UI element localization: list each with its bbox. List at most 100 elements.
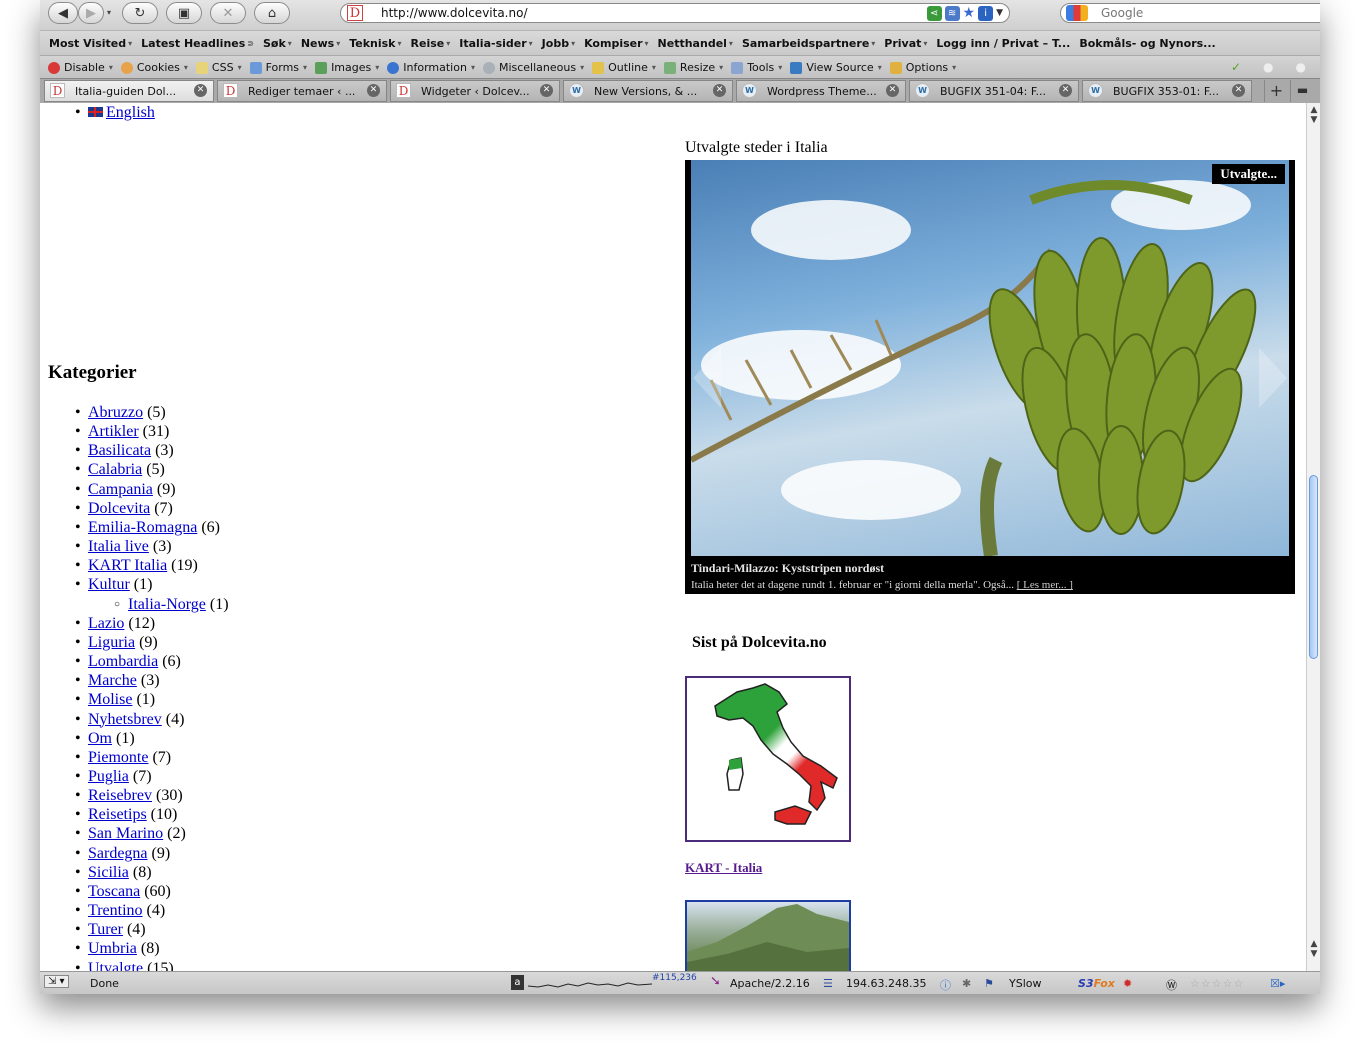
search-input[interactable]: Google [1101,6,1143,20]
tab-bugfix-353[interactable]: W BUGFIX 353-01: F... ✕ [1082,80,1252,102]
bookmark-most-visited[interactable]: Most Visited [49,37,126,50]
category-link[interactable]: San Marino [88,825,163,842]
bookmark-teknisk[interactable]: Teknisk [349,37,395,50]
category-link[interactable]: Italia live [88,538,149,555]
category-link[interactable]: Abruzzo [88,404,143,421]
dev-miscellaneous-menu[interactable]: Miscellaneous ▾ [482,61,584,74]
category-link[interactable]: Liguria [88,634,135,651]
category-link[interactable]: Piemonte [88,749,148,766]
cancel-button[interactable]: ✕ [210,2,246,24]
close-tab-icon[interactable]: ✕ [1059,84,1072,97]
bookmark-news[interactable]: News [301,37,334,50]
dev-images-menu[interactable]: Images ▾ [315,61,379,74]
dev-outline-menu[interactable]: Outline ▾ [592,61,656,74]
category-link[interactable]: Sardegna [88,845,148,862]
url-text[interactable]: http://www.dolcevita.no/ [381,6,528,20]
featured-slider[interactable]: Utvalgte... Tindari-Milazzo: Kyststripen… [685,160,1295,594]
slide-image[interactable] [691,160,1289,556]
category-link[interactable]: Reisebrev [88,787,152,804]
previous-slide-arrow-icon[interactable] [693,348,721,408]
validation-check-icon[interactable]: ✓ [1231,60,1241,74]
category-link[interactable]: Molise [88,691,132,708]
new-tab-button[interactable]: + [1264,80,1288,102]
rss-icon[interactable]: ≋ [944,6,960,21]
category-link[interactable]: Sicilia [88,864,129,881]
wordpress-icon[interactable]: Ⓦ [1166,977,1177,993]
close-tab-icon[interactable]: ✕ [367,84,380,97]
category-link[interactable]: Utvalgte [88,960,143,971]
bookmark-bokmal-nynorsk[interactable]: Bokmåls- og Nynors... [1079,37,1215,50]
category-link[interactable]: Artikler [88,423,139,440]
dev-cookies-menu[interactable]: Cookies ▾ [120,61,188,74]
tab-rediger-temaer[interactable]: D Rediger temaer ‹ ... ✕ [217,80,387,102]
reload-button[interactable]: ↻ [122,2,158,24]
tab-list-button[interactable]: ▬ [1290,80,1314,102]
tab-widgeter[interactable]: D Widgeter ‹ Dolcev... ✕ [390,80,560,102]
alexa-icon[interactable]: a [511,975,524,990]
category-link[interactable]: Puglia [88,768,129,785]
category-link[interactable]: Om [88,730,112,747]
firebug-icon[interactable]: ✱ [962,977,971,990]
category-link[interactable]: Turer [88,921,123,938]
mountain-photo-thumbnail[interactable] [685,900,851,971]
close-tab-icon[interactable]: ✕ [194,84,207,97]
dev-resize-menu[interactable]: Resize ▾ [663,61,723,74]
stop-button[interactable]: ▣ [166,2,202,24]
category-link[interactable]: Reisetips [88,806,147,823]
bookmark-netthandel[interactable]: Netthandel [658,37,727,50]
category-link[interactable]: Lombardia [88,653,158,670]
status-menu-button[interactable]: ⇲ ▾ [44,975,69,988]
bookmark-reise[interactable]: Reise [411,37,445,50]
tab-new-versions[interactable]: W New Versions, & ... ✕ [563,80,733,102]
dev-information-menu[interactable]: Information ▾ [387,61,475,74]
category-link[interactable]: Kultur [88,576,130,593]
tab-italia-guiden[interactable]: D Italia-guiden Dol... ✕ [44,80,214,102]
tab-bugfix-351[interactable]: W BUGFIX 351-04: F... ✕ [909,80,1079,102]
italy-map-thumbnail[interactable] [685,676,851,842]
search-bar[interactable]: Google ⚲ [1060,3,1320,23]
bookmark-sok[interactable]: Søk [263,37,286,50]
bookmark-jobb[interactable]: Jobb [542,37,569,50]
category-link[interactable]: Trentino [88,902,143,919]
url-dropdown-icon[interactable]: ▼ [996,6,1003,21]
vertical-scrollbar[interactable]: ▲ ▼ ▲ ▼ [1306,103,1320,971]
category-link[interactable]: Marche [88,672,137,689]
bookmark-logg-inn[interactable]: Logg inn / Privat – T... [936,37,1070,50]
share-icon[interactable]: ⋖ [926,6,942,21]
category-link[interactable]: Emilia-Romagna [88,519,197,536]
url-bar[interactable]: D http://www.dolcevita.no/ ⋖ ≋ ★ i ▼ [340,3,1010,23]
category-link[interactable]: Nyhetsbrev [88,711,162,728]
bookmark-samarbeidspartnere[interactable]: Samarbeidspartnere [742,37,869,50]
google-engine-icon[interactable] [1066,5,1088,21]
dev-css-menu[interactable]: CSS ▾ [195,61,242,74]
bug-icon[interactable]: ✹ [1123,977,1132,990]
bookmark-kompiser[interactable]: Kompiser [584,37,642,50]
category-link[interactable]: Lazio [88,615,124,632]
dev-options-menu[interactable]: Options ▾ [889,61,956,74]
rating-stars-icon[interactable]: ☆☆☆☆☆ [1190,977,1244,990]
s3fox-icon[interactable]: S3Fox [1078,977,1115,990]
information-icon[interactable]: ⓘ [940,977,951,993]
bookmark-italia-sider[interactable]: Italia-sider [459,37,526,50]
back-button[interactable]: ◀ [48,2,78,24]
bookmark-latest-headlines[interactable]: Latest Headlines [141,37,245,50]
yslow-label[interactable]: YSlow [1009,977,1041,990]
category-link[interactable]: Toscana [88,883,140,900]
next-slide-arrow-icon[interactable] [1259,348,1287,408]
tab-wordpress-theme[interactable]: W Wordpress Theme... ✕ [736,80,906,102]
scroll-down-icon[interactable]: ▲ ▼ [1308,939,1320,959]
dev-tools-menu[interactable]: Tools ▾ [731,61,782,74]
dev-view-source-menu[interactable]: View Source ▾ [790,61,882,74]
info-icon[interactable]: i [978,6,994,21]
dev-disable-menu[interactable]: Disable ▾ [48,61,113,74]
read-more-link[interactable]: [ Les mer... ] [1017,579,1073,591]
history-dropdown-icon[interactable]: ▾ [107,8,111,17]
category-link[interactable]: Campania [88,481,153,498]
bookmark-privat[interactable]: Privat [884,37,921,50]
category-link[interactable]: Umbria [88,940,137,957]
bookmark-star-icon[interactable]: ★ [963,6,976,21]
category-link[interactable]: Basilicata [88,442,151,459]
close-tab-icon[interactable]: ✕ [540,84,553,97]
dev-forms-menu[interactable]: Forms ▾ [249,61,307,74]
category-link[interactable]: KART Italia [88,557,167,574]
